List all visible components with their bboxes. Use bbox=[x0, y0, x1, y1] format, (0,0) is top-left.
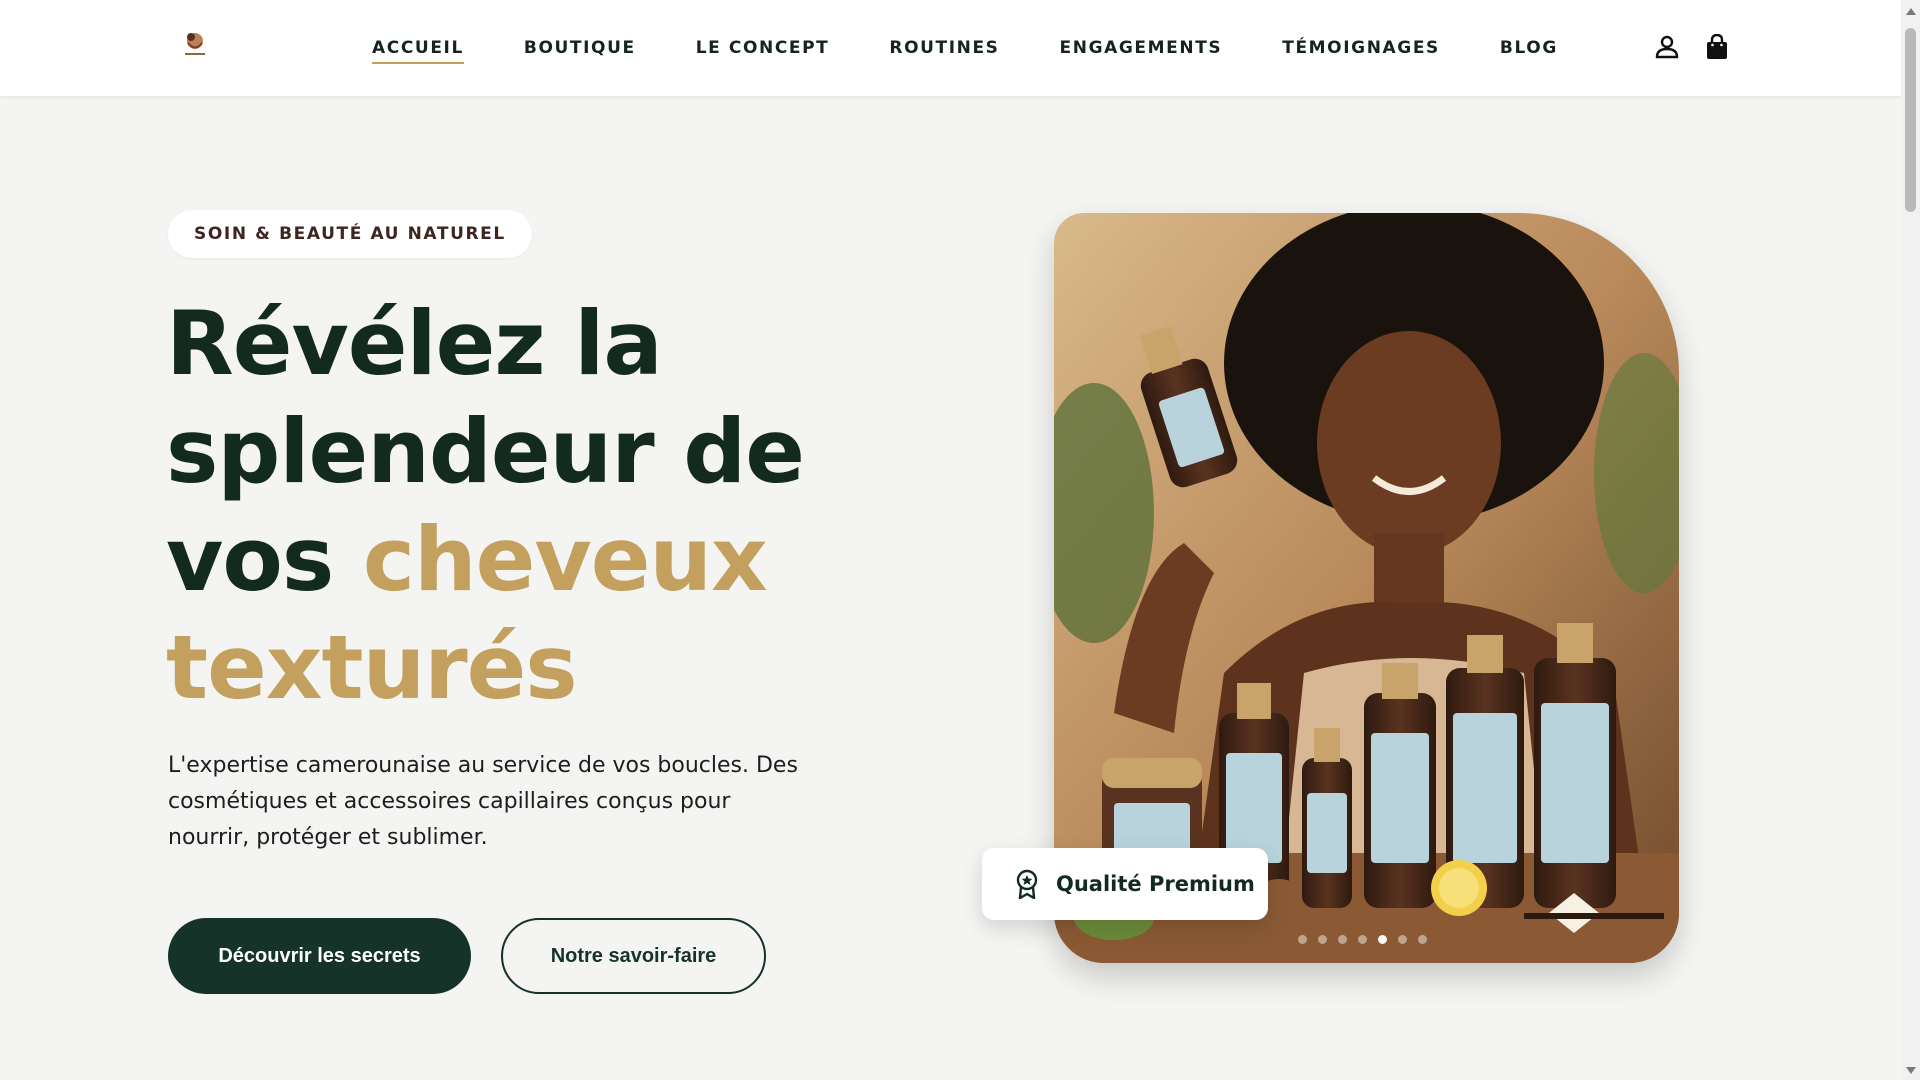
scroll-down-arrow-icon[interactable] bbox=[1906, 1067, 1916, 1074]
carousel-dots bbox=[1298, 935, 1427, 944]
award-ribbon-icon bbox=[1014, 869, 1040, 901]
discover-secrets-button[interactable]: Découvrir les secrets bbox=[168, 918, 471, 994]
carousel-dot[interactable] bbox=[1298, 935, 1307, 944]
hero-title-line-3-plain: vos bbox=[166, 508, 334, 611]
hero-title-line-3-accent: cheveux bbox=[362, 508, 768, 611]
nav-item-blog[interactable]: BLOG bbox=[1500, 38, 1558, 58]
scroll-thumb[interactable] bbox=[1905, 28, 1916, 212]
nav-item-le-concept[interactable]: LE CONCEPT bbox=[696, 38, 830, 58]
user-icon[interactable] bbox=[1654, 34, 1680, 60]
carousel-dot[interactable] bbox=[1358, 935, 1367, 944]
carousel-dot[interactable] bbox=[1318, 935, 1327, 944]
quality-premium-card: Qualité Premium bbox=[982, 848, 1268, 920]
hero-title-line-2: splendeur de bbox=[166, 400, 805, 503]
hero-description: L'expertise camerounaise au service de v… bbox=[168, 753, 798, 850]
page-scrollbar[interactable] bbox=[1901, 0, 1920, 1080]
quality-premium-label: Qualité Premium bbox=[1056, 872, 1255, 896]
hero-badge: SOIN & BEAUTÉ AU NATUREL bbox=[168, 210, 532, 258]
scroll-up-arrow-icon[interactable] bbox=[1906, 8, 1916, 15]
shopping-bag-icon[interactable] bbox=[1704, 33, 1730, 60]
hero-title-line-4-accent: texturés bbox=[166, 616, 578, 719]
nav-item-boutique[interactable]: BOUTIQUE bbox=[524, 38, 636, 58]
main-nav: ACCUEIL BOUTIQUE LE CONCEPT ROUTINES ENG… bbox=[372, 38, 1618, 64]
carousel-dot[interactable] bbox=[1338, 935, 1347, 944]
nav-item-temoignages[interactable]: TÉMOIGNAGES bbox=[1282, 38, 1440, 58]
carousel-dot[interactable] bbox=[1398, 935, 1407, 944]
savoir-faire-button[interactable]: Notre savoir-faire bbox=[501, 918, 766, 994]
hero-title-line-1: Révélez la bbox=[166, 292, 663, 395]
site-header: ACCUEIL BOUTIQUE LE CONCEPT ROUTINES ENG… bbox=[0, 0, 1901, 96]
carousel-dot[interactable] bbox=[1418, 935, 1427, 944]
nav-item-routines[interactable]: ROUTINES bbox=[889, 38, 999, 58]
nav-item-accueil[interactable]: ACCUEIL bbox=[372, 38, 464, 64]
carousel-dot-active[interactable] bbox=[1378, 935, 1387, 944]
hero-title: Révélez la splendeur de vos cheveux text… bbox=[166, 290, 866, 722]
brand-logo-icon[interactable] bbox=[178, 26, 212, 60]
nav-item-engagements[interactable]: ENGAGEMENTS bbox=[1060, 38, 1223, 58]
